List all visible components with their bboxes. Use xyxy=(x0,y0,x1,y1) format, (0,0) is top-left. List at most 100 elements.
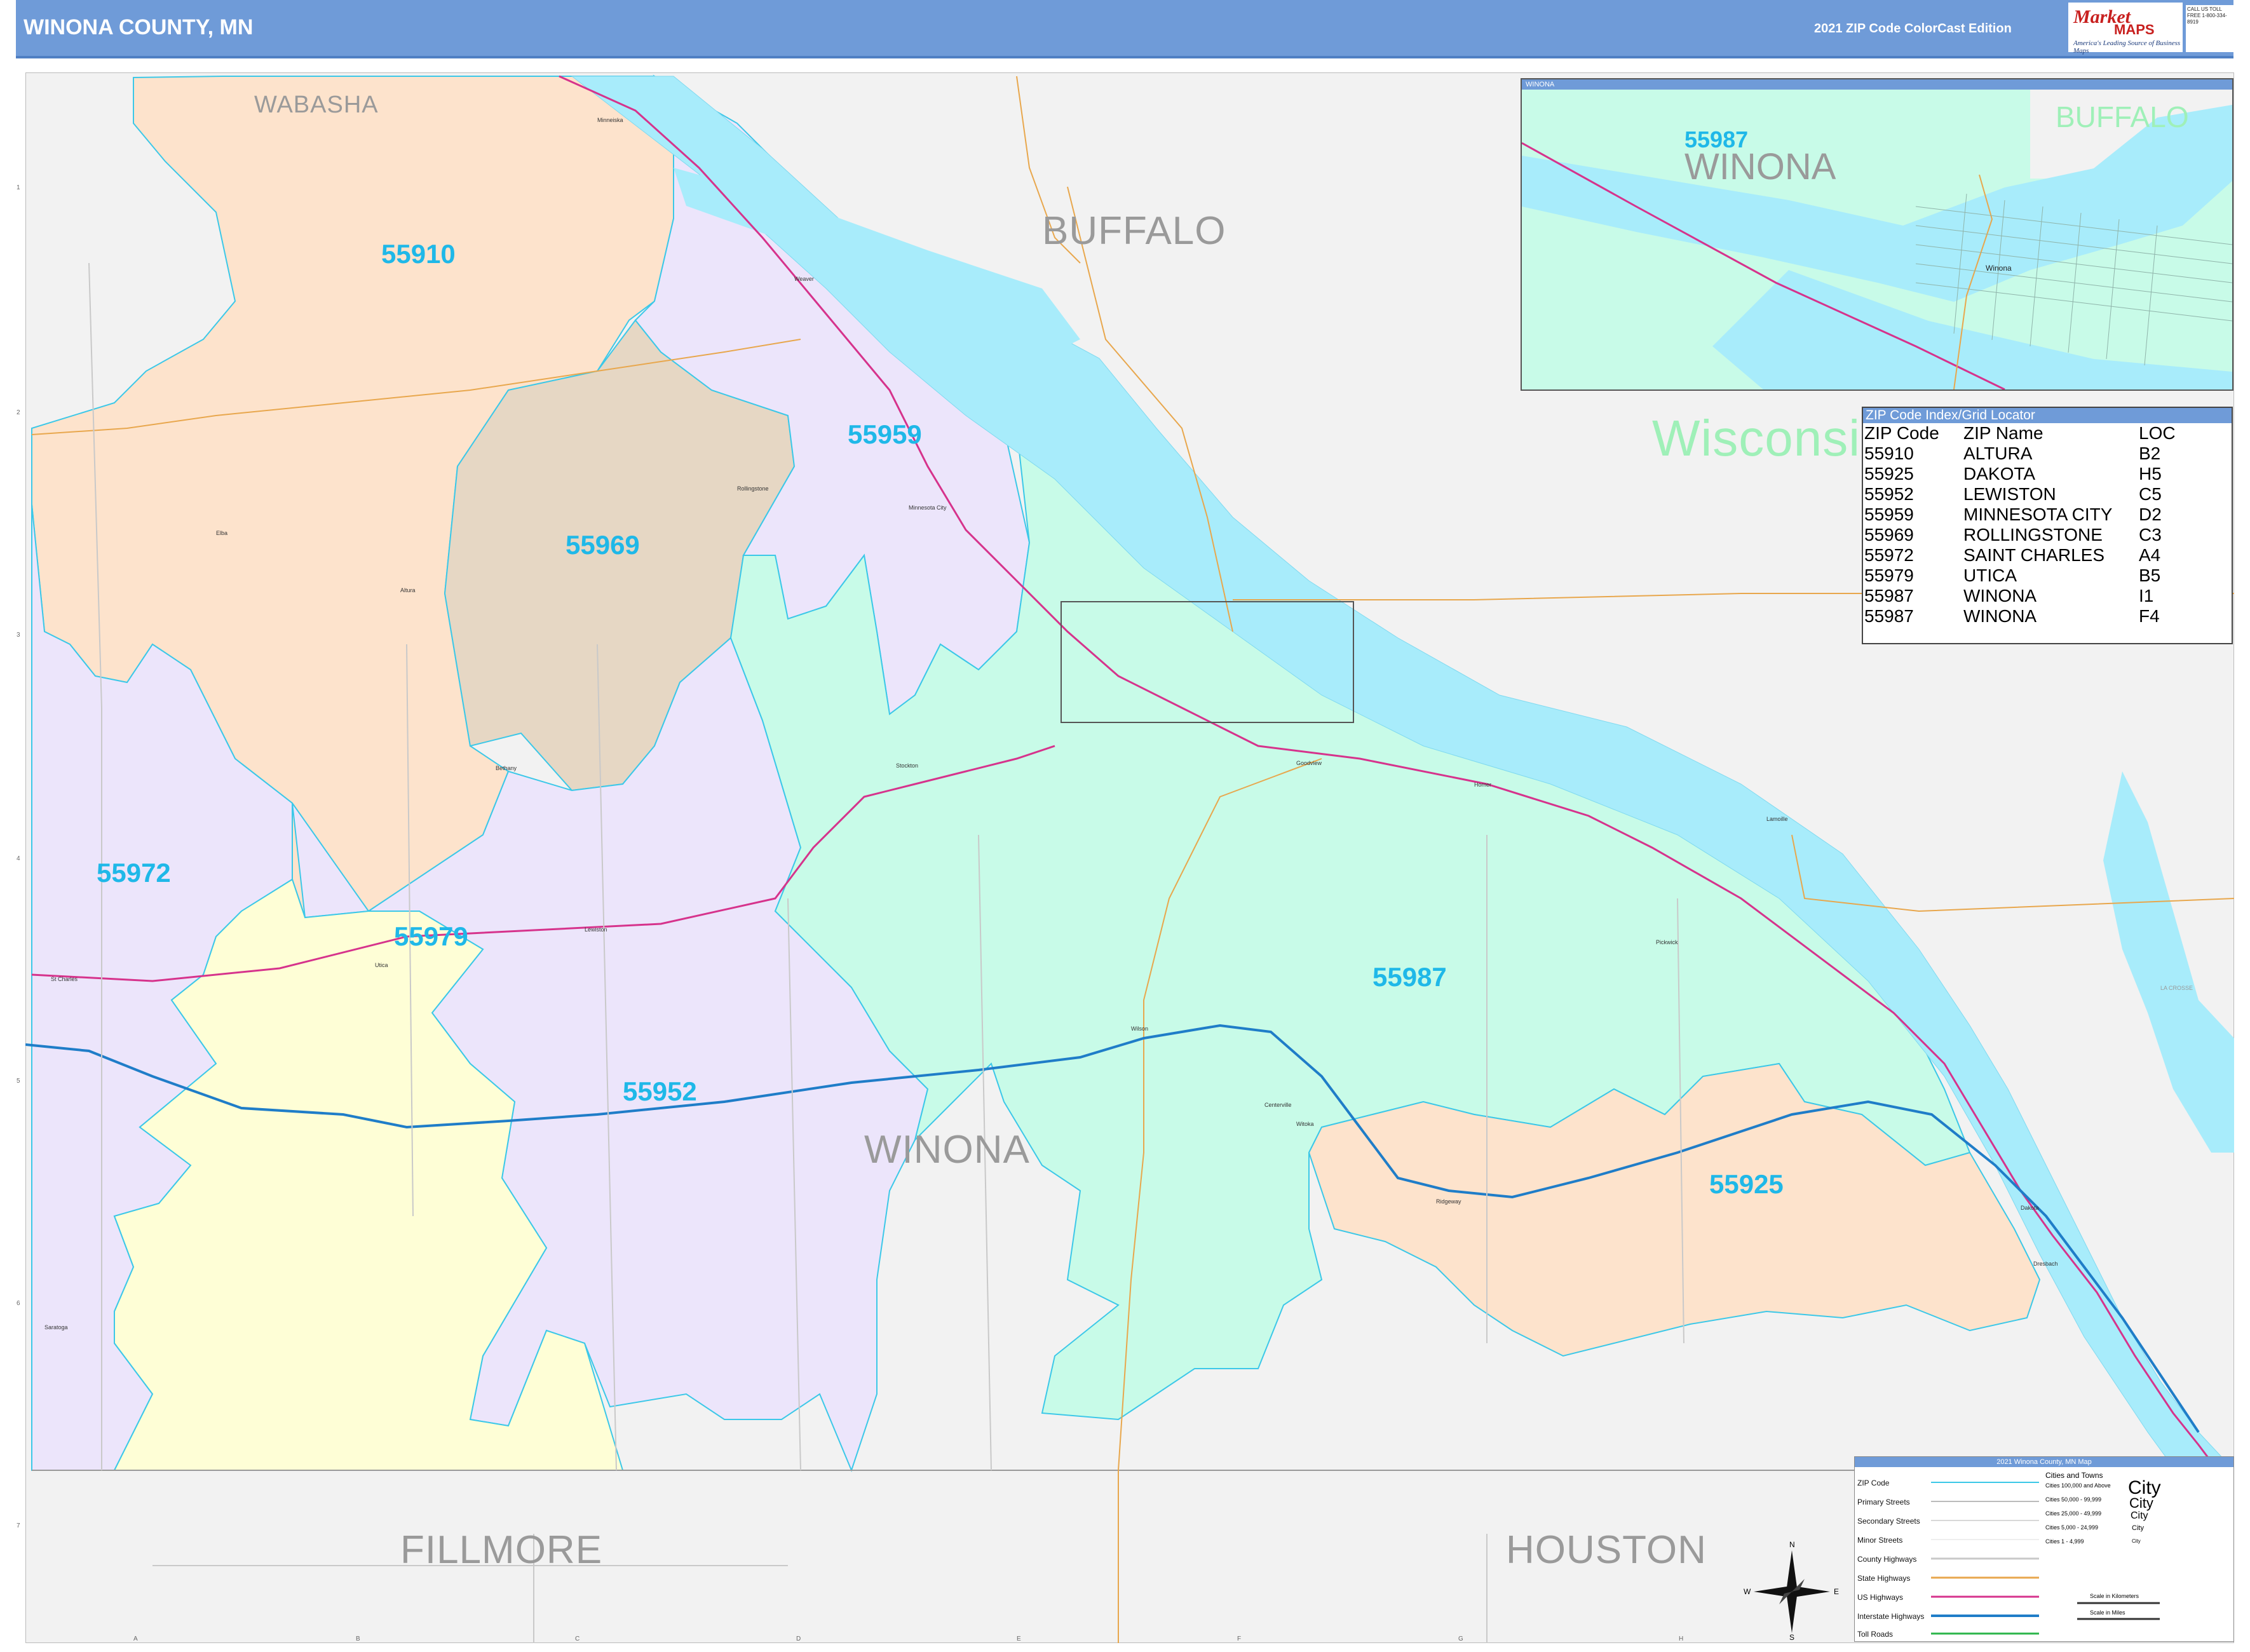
place-altura: Altura xyxy=(400,587,416,593)
grid-col-d: D xyxy=(796,1635,801,1642)
place-saratoga: Saratoga xyxy=(44,1324,68,1330)
zip-loc-cell: D2 xyxy=(2139,504,2162,524)
county-label-winona: WINONA xyxy=(864,1128,1030,1172)
zip-label-55959[interactable]: 55959 xyxy=(848,419,922,450)
zip-loc-cell: H5 xyxy=(2139,464,2162,484)
grid-row-7: 7 xyxy=(17,1522,20,1529)
compass-svg xyxy=(1754,1550,1830,1633)
legend-city-sample-3: City xyxy=(2131,1510,2148,1521)
place-wilson: Wilson xyxy=(1131,1026,1149,1032)
zip-code-cell: 55925 xyxy=(1864,464,1914,484)
grid-col-b: B xyxy=(356,1635,360,1642)
county-label-fillmore: FILLMORE xyxy=(400,1528,603,1572)
grid-row-6: 6 xyxy=(17,1300,20,1307)
place-centerville: Centerville xyxy=(1264,1102,1292,1108)
zip-label-55972[interactable]: 55972 xyxy=(97,858,171,888)
zip-name-cell: DAKOTA xyxy=(1963,464,2036,484)
place-la-crosse: LA CROSSE xyxy=(2160,985,2193,991)
place-lewiston: Lewiston xyxy=(585,926,607,933)
zip-name-cell: UTICA xyxy=(1963,565,2017,585)
county-label-houston: HOUSTON xyxy=(1506,1528,1707,1572)
legend-city-size-3: Cities 25,000 - 49,999 xyxy=(2045,1510,2102,1517)
zip-name-cell: LEWISTON xyxy=(1963,484,2056,504)
zip-loc-cell: C5 xyxy=(2139,484,2162,504)
grid-col-g: G xyxy=(1458,1635,1463,1642)
inset-map[interactable]: WINONA 55987 WINONA BUFFALO Winona xyxy=(1521,78,2233,391)
zip-index-col-name: ZIP Name xyxy=(1963,423,2043,443)
county-label-buffalo: BUFFALO xyxy=(1042,209,1226,253)
logo-line2: MAPS xyxy=(2114,22,2155,37)
legend-swatches xyxy=(1931,1482,2160,1635)
inset-buffalo-label: BUFFALO xyxy=(2056,100,2189,133)
place-dresbach: Dresbach xyxy=(2033,1261,2058,1267)
table-row[interactable]: 55969 ROLLINGSTONE C3 xyxy=(1864,525,2179,545)
zip-loc-cell: I1 xyxy=(2139,586,2154,606)
place-goodview: Goodview xyxy=(1296,760,1322,766)
logo-tagline: America's Leading Source of Business Map… xyxy=(2073,39,2181,55)
zip-code-cell: 55987 xyxy=(1864,606,1914,626)
zip-code-cell: 55910 xyxy=(1864,443,1914,463)
table-row[interactable]: 55959 MINNESOTA CITY D2 xyxy=(1864,504,2179,525)
compass-e: E xyxy=(1834,1587,1840,1596)
table-row[interactable]: 55925 DAKOTA H5 xyxy=(1864,464,2179,484)
legend-scale-km: Scale in Kilometers xyxy=(2090,1593,2139,1599)
zip-code-cell: 55979 xyxy=(1864,565,1914,585)
zip-index-header-row: ZIP Code ZIP Name LOC xyxy=(1864,423,2179,443)
table-row[interactable]: 55987 WINONA I1 xyxy=(1864,586,2179,606)
legend-city-sample-4: City xyxy=(2132,1524,2144,1532)
legend-city-size-4: Cities 5,000 - 24,999 xyxy=(2045,1524,2099,1531)
zip-name-cell: WINONA xyxy=(1963,606,2037,626)
compass-rose-icon: N S W E xyxy=(1741,1540,1843,1642)
zip-loc-cell: B2 xyxy=(2139,443,2161,463)
place-dakota: Dakota xyxy=(2021,1205,2039,1211)
grid-col-f: F xyxy=(1237,1635,1242,1642)
zip-index-table: ZIP Code ZIP Name LOC 55910 ALTURA B2 5592… xyxy=(1864,423,2179,626)
zip-label-55987[interactable]: 55987 xyxy=(1372,962,1447,992)
place-st-charles: St Charles xyxy=(51,976,78,982)
compass-s: S xyxy=(1789,1633,1795,1642)
zip-code-cell: 55972 xyxy=(1864,545,1914,565)
table-row[interactable]: 55979 UTICA B5 xyxy=(1864,565,2179,586)
zip-loc-cell: C3 xyxy=(2139,525,2162,545)
zip-code-cell: 55952 xyxy=(1864,484,1914,504)
edition-label: 2021 ZIP Code ColorCast Edition xyxy=(1814,22,2012,36)
zip-loc-cell: A4 xyxy=(2139,545,2161,565)
grid-col-c: C xyxy=(575,1635,580,1642)
legend-city-size-5: Cities 1 - 4,999 xyxy=(2045,1538,2084,1545)
zip-code-cell: 55987 xyxy=(1864,586,1914,606)
zip-label-55979[interactable]: 55979 xyxy=(394,921,468,952)
place-utica: Utica xyxy=(375,962,388,968)
zip-name-cell: WINONA xyxy=(1963,586,2037,606)
grid-col-h: H xyxy=(1679,1635,1684,1642)
table-row[interactable]: 55910 ALTURA B2 xyxy=(1864,443,2179,464)
zip-loc-cell: B5 xyxy=(2139,565,2161,585)
zip-code-cell: 55959 xyxy=(1864,504,1914,524)
zip-label-55952[interactable]: 55952 xyxy=(623,1076,697,1107)
place-rollingstone: Rollingstone xyxy=(737,485,769,492)
table-row[interactable]: 55952 LEWISTON C5 xyxy=(1864,484,2179,504)
zip-index-col-code: ZIP Code xyxy=(1864,423,1939,443)
inset-city-winona: Winona xyxy=(1986,264,2012,273)
compass-n: N xyxy=(1789,1540,1795,1549)
grid-row-4: 4 xyxy=(17,855,20,862)
inset-county-label: WINONA xyxy=(1684,146,1836,187)
grid-row-2: 2 xyxy=(17,409,20,416)
grid-col-e: E xyxy=(1017,1635,1021,1642)
place-witoka: Witoka xyxy=(1296,1121,1314,1127)
zip-index-panel: ZIP Code Index/Grid Locator ZIP Code ZIP… xyxy=(1862,407,2233,644)
state-label-wisconsin: Wisconsin xyxy=(1652,410,1890,466)
map-legend: 2021 Winona County, MN Map ZIP Code Prim… xyxy=(1854,1456,2234,1642)
table-row[interactable]: 55987 WINONA F4 xyxy=(1864,606,2179,626)
table-row[interactable]: 55972 SAINT CHARLES A4 xyxy=(1864,545,2179,565)
zip-label-55925[interactable]: 55925 xyxy=(1709,1169,1784,1200)
place-lamoille: Lamoille xyxy=(1766,816,1788,822)
legend-cities-title: Cities and Towns xyxy=(2045,1471,2103,1480)
place-bethany: Bethany xyxy=(496,765,517,771)
zip-name-cell: SAINT CHARLES xyxy=(1963,545,2104,565)
legend-city-sample-2: City xyxy=(2129,1495,2153,1511)
marketmaps-logo[interactable]: Market MAPS America's Leading Source of … xyxy=(2068,3,2183,55)
zip-index-col-loc: LOC xyxy=(2139,423,2176,443)
zip-label-55969[interactable]: 55969 xyxy=(566,530,640,560)
zip-label-55910[interactable]: 55910 xyxy=(381,239,456,269)
legend-city-sample-5: City xyxy=(2132,1538,2141,1544)
